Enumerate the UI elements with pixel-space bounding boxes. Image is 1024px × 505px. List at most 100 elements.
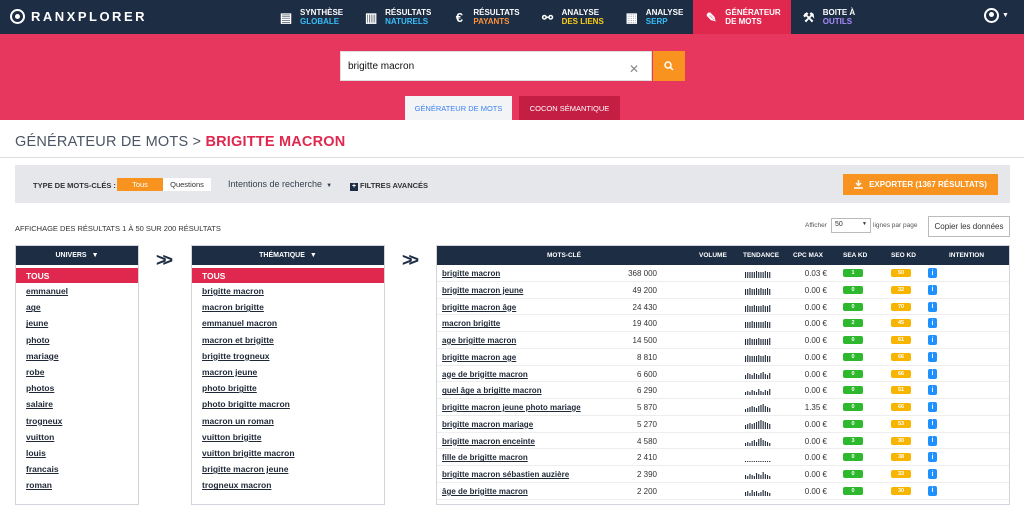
thematique-item[interactable]: emmanuel macron bbox=[192, 315, 384, 331]
advanced-filters-button[interactable]: + FILTRES AVANCÉS bbox=[350, 181, 428, 191]
info-icon[interactable]: i bbox=[928, 318, 937, 329]
thematique-item[interactable]: brigitte trogneux bbox=[192, 348, 384, 364]
thematique-item[interactable]: trogneux macron bbox=[192, 477, 384, 493]
info-icon[interactable]: i bbox=[928, 418, 937, 429]
thematique-item[interactable]: brigitte macron jeune bbox=[192, 461, 384, 477]
thematique-item[interactable]: macron jeune bbox=[192, 364, 384, 380]
col-sea-kd[interactable]: SEA KD bbox=[843, 252, 867, 259]
info-icon[interactable]: i bbox=[928, 469, 937, 479]
keyword-link[interactable]: quel âge a brigitte macron bbox=[442, 386, 542, 395]
nav-item-3[interactable]: ⚯ ANALYSE DES LIENS bbox=[530, 0, 614, 34]
univers-item[interactable]: roman bbox=[16, 477, 138, 493]
keyword-link[interactable]: macron brigitte bbox=[442, 319, 500, 328]
thematique-item[interactable]: photo brigitte bbox=[192, 380, 384, 396]
trend-bar bbox=[756, 461, 758, 463]
thematique-item[interactable]: brigitte macron bbox=[192, 283, 384, 299]
table-row: âge de brigitte macron 2 200 0.00 € 0 30… bbox=[437, 483, 1009, 500]
nav-item-6[interactable]: ⚒ BOITE À OUTILS bbox=[791, 0, 865, 34]
univers-item[interactable]: jeune bbox=[16, 315, 138, 331]
keyword-link[interactable]: brigitte macron bbox=[442, 269, 500, 278]
info-icon[interactable]: i bbox=[928, 435, 937, 446]
univers-item[interactable]: robe bbox=[16, 364, 138, 380]
thematique-item[interactable]: photo brigitte macron bbox=[192, 396, 384, 412]
nav-item-2[interactable]: € RÉSULTATS PAYANTS bbox=[441, 0, 529, 34]
info-icon[interactable]: i bbox=[928, 268, 937, 278]
keyword-link[interactable]: âge de brigitte macron bbox=[442, 487, 528, 496]
keyword-link[interactable]: brigitte macron mariage bbox=[442, 420, 533, 429]
account-menu[interactable]: ▼ bbox=[984, 8, 1009, 23]
info-icon[interactable]: i bbox=[928, 402, 937, 412]
keyword-link[interactable]: age de brigitte macron bbox=[442, 370, 528, 379]
keyword-link[interactable]: age brigitte macron bbox=[442, 336, 516, 345]
keyword-link[interactable]: brigitte macron jeune bbox=[442, 286, 523, 295]
export-button[interactable]: EXPORTER (1367 RÉSULTATS) bbox=[843, 174, 998, 195]
univers-item[interactable]: photos bbox=[16, 380, 138, 396]
thematique-item[interactable]: vuitton brigitte macron bbox=[192, 445, 384, 461]
keyword-link[interactable]: fille de brigitte macron bbox=[442, 453, 528, 462]
info-icon[interactable]: i bbox=[928, 485, 937, 496]
trend-sparkline bbox=[745, 271, 771, 278]
info-icon[interactable]: i bbox=[928, 368, 937, 379]
thematique-item[interactable]: macron brigitte bbox=[192, 299, 384, 315]
info-icon[interactable]: i bbox=[928, 301, 937, 312]
nav-item-5[interactable]: ✎ GÉNÉRATEUR DE MOTS bbox=[693, 0, 791, 34]
col-keyword[interactable]: MOTS-CLÉ bbox=[547, 252, 581, 259]
keyword-link[interactable]: brigitte macron enceinte bbox=[442, 437, 535, 446]
info-icon[interactable]: i bbox=[928, 452, 937, 463]
wrench-icon: ⚒ bbox=[802, 9, 815, 25]
trend-bar bbox=[764, 373, 766, 379]
col-volume[interactable]: VOLUME bbox=[699, 252, 727, 259]
univers-item[interactable]: age bbox=[16, 299, 138, 315]
pencil-icon: ✎ bbox=[705, 9, 717, 25]
col-seo-kd[interactable]: SEO KD bbox=[891, 252, 916, 259]
univers-item[interactable]: vuitton bbox=[16, 429, 138, 445]
thematique-item[interactable]: macron un roman bbox=[192, 413, 384, 429]
univers-item[interactable]: francais bbox=[16, 461, 138, 477]
col-cpc[interactable]: CPC MAX bbox=[793, 252, 823, 259]
sea-kd-badge: 0 bbox=[843, 470, 863, 478]
tab-cocon-semantique[interactable]: COCON SÉMANTIQUE bbox=[519, 96, 620, 120]
nav-item-line2: NATURELS bbox=[385, 17, 429, 26]
search-intent-dropdown[interactable]: Intentions de recherche ▼ bbox=[228, 179, 332, 189]
trend-bar bbox=[745, 355, 747, 362]
search-input[interactable]: brigitte macron bbox=[340, 51, 652, 81]
seo-kd-badge: 51 bbox=[891, 386, 911, 395]
filter-icon[interactable]: ▼ bbox=[310, 252, 317, 259]
advanced-label: FILTRES AVANCÉS bbox=[360, 181, 429, 190]
keyword-link[interactable]: brigitte macron âge bbox=[442, 303, 516, 312]
keyword-link[interactable]: brigitte macron age bbox=[442, 353, 516, 362]
univers-item[interactable]: photo bbox=[16, 332, 138, 348]
thematique-item[interactable]: macron et brigitte bbox=[192, 332, 384, 348]
filter-icon[interactable]: ▼ bbox=[92, 252, 99, 259]
info-icon[interactable]: i bbox=[928, 335, 937, 345]
info-icon[interactable]: i bbox=[928, 351, 937, 362]
trend-bar bbox=[749, 442, 751, 446]
tab-generateur[interactable]: GÉNÉRATEUR DE MOTS bbox=[405, 96, 512, 120]
info-icon[interactable]: i bbox=[928, 385, 937, 396]
logo[interactable]: RANXPLORER bbox=[10, 9, 147, 24]
univers-item[interactable]: emmanuel bbox=[16, 283, 138, 299]
filter-all-button[interactable]: Tous bbox=[117, 178, 163, 191]
search-button[interactable] bbox=[653, 51, 685, 81]
univers-item[interactable]: louis bbox=[16, 445, 138, 461]
keyword-link[interactable]: brigitte macron sébastien auzière bbox=[442, 470, 569, 479]
copy-data-button[interactable]: Copier les données bbox=[928, 216, 1010, 237]
info-icon[interactable]: i bbox=[928, 284, 937, 295]
univers-all[interactable]: TOUS bbox=[16, 268, 138, 283]
per-page-select[interactable]: 50 ▼ bbox=[831, 218, 871, 233]
nav-item-1[interactable]: ▥ RÉSULTATS NATURELS bbox=[353, 0, 441, 34]
thematique-all[interactable]: TOUS bbox=[192, 268, 384, 283]
table-row: brigitte macron enceinte 4 580 0.00 € 3 … bbox=[437, 433, 1009, 450]
nav-item-0[interactable]: ▤ SYNTHÈSE GLOBALE bbox=[268, 0, 353, 34]
thematique-item[interactable]: vuitton brigitte bbox=[192, 429, 384, 445]
univers-item[interactable]: salaire bbox=[16, 396, 138, 412]
keyword-link[interactable]: brigitte macron jeune photo mariage bbox=[442, 403, 581, 412]
clear-icon[interactable]: ✕ bbox=[629, 62, 639, 76]
univers-item[interactable]: trogneux bbox=[16, 413, 138, 429]
univers-list: emmanuel age jeune photo mariage robe photos sa… bbox=[16, 283, 138, 493]
univers-item[interactable]: mariage bbox=[16, 348, 138, 364]
filter-questions-button[interactable]: Questions bbox=[163, 178, 211, 191]
nav-item-4[interactable]: ▦ ANALYSE SERP bbox=[614, 0, 694, 34]
trend-sparkline bbox=[745, 472, 771, 479]
trend-bar bbox=[760, 372, 762, 379]
